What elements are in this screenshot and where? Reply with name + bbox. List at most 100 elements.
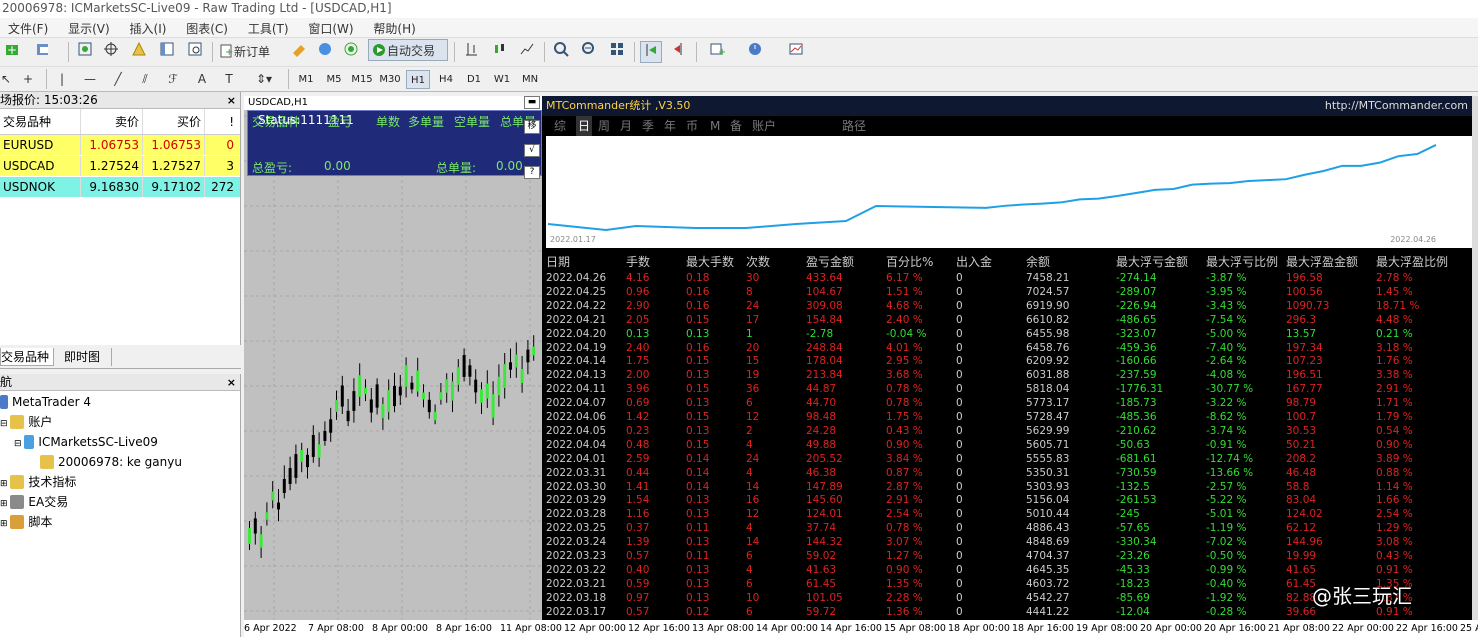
stats-row[interactable]: 2022.04.01 2.59 0.14 24 205.52 3.84 % 0 5555.83…: [546, 452, 1472, 466]
candlestick-icon[interactable]: [488, 41, 510, 63]
close-icon[interactable]: ×: [227, 374, 236, 390]
stats-row[interactable]: 2022.03.22 0.40 0.13 4 41.63 0.90 % 0 4645.35 -4…: [546, 563, 1472, 577]
timeframe-m15[interactable]: M15: [350, 70, 374, 89]
stats-row[interactable]: 2022.04.11 3.96 0.15 36 44.87 0.78 % 0 5818.04 -…: [546, 382, 1472, 396]
timeframe-h4[interactable]: H4: [434, 70, 458, 89]
new-order-button[interactable]: + 新订单: [218, 41, 282, 63]
stats-row[interactable]: 2022.04.04 0.48 0.15 4 49.88 0.90 % 0 5605.71 -5…: [546, 438, 1472, 452]
col-bid[interactable]: 卖价: [80, 109, 142, 134]
timeframe-w1[interactable]: W1: [490, 70, 514, 89]
timeframe-m30[interactable]: M30: [378, 70, 402, 89]
zoom-in-icon[interactable]: [550, 41, 572, 63]
trendline-icon[interactable]: ╱: [108, 68, 128, 90]
market-watch-icon[interactable]: [74, 41, 96, 63]
stats-row[interactable]: 2022.03.23 0.57 0.11 6 59.02 1.27 % 0 4704.37 -2…: [546, 549, 1472, 563]
close-icon[interactable]: ×: [227, 92, 236, 108]
chart-shift-icon[interactable]: [668, 41, 690, 63]
stats-row[interactable]: 2022.03.31 0.44 0.14 4 46.38 0.87 % 0 5350.31 -7…: [546, 466, 1472, 480]
templates-icon[interactable]: [778, 41, 814, 63]
stats-row[interactable]: 2022.03.29 1.54 0.13 16 145.60 2.91 % 0 5156.04…: [546, 493, 1472, 507]
stats-tab[interactable]: 备: [730, 116, 742, 136]
signals-icon[interactable]: [340, 41, 362, 63]
menu-help[interactable]: 帮助(H): [365, 18, 423, 37]
nav-item-account[interactable]: 20006978: ke ganyu: [40, 453, 182, 471]
statistics-url[interactable]: http://MTCommander.com: [1325, 96, 1468, 116]
stats-tab[interactable]: 账户: [752, 116, 776, 136]
stats-row[interactable]: 2022.03.24 1.39 0.13 14 144.32 3.07 % 0 4848.69…: [546, 535, 1472, 549]
periods-clock-icon[interactable]: [740, 41, 770, 63]
minimize-icon[interactable]: ▬: [524, 96, 540, 109]
menu-view[interactable]: 显示(V): [60, 18, 118, 37]
menu-window[interactable]: 窗口(W): [300, 18, 361, 37]
arrows-dropdown-icon[interactable]: ⇕▾: [248, 68, 280, 90]
stats-row[interactable]: 2022.04.13 2.00 0.13 19 213.84 3.68 % 0 6031.88…: [546, 368, 1472, 382]
stats-tab[interactable]: 币: [686, 116, 698, 136]
nav-item-experts[interactable]: ⊞ EA交易: [0, 493, 68, 511]
stats-row[interactable]: 2022.04.26 4.16 0.18 30 433.64 6.17 % 0 7458.21…: [546, 271, 1472, 285]
stats-row[interactable]: 2022.04.06 1.42 0.15 12 98.48 1.75 % 0 5728.47 -…: [546, 410, 1472, 424]
timeframe-h1[interactable]: H1: [406, 70, 430, 89]
crosshair-icon[interactable]: +: [18, 68, 38, 90]
strategy-tester-icon[interactable]: [184, 41, 206, 63]
vertical-scrollbar[interactable]: [1472, 96, 1478, 620]
cursor-icon[interactable]: ↖: [0, 68, 12, 90]
nav-item-scripts[interactable]: ⊞ 脚本: [0, 513, 52, 531]
bar-chart-icon[interactable]: [460, 41, 482, 63]
profiles-icon[interactable]: [28, 41, 58, 63]
stats-row[interactable]: 2022.04.05 0.23 0.13 2 24.28 0.43 % 0 5629.99 -2…: [546, 424, 1472, 438]
tab-tick-chart[interactable]: 即时图: [60, 348, 112, 366]
line-chart-icon[interactable]: [516, 41, 538, 63]
stats-tab[interactable]: 季: [642, 116, 654, 136]
menu-insert[interactable]: 插入(I): [122, 18, 175, 37]
channel-icon[interactable]: ⫽: [134, 68, 156, 90]
timeframe-m5[interactable]: M5: [322, 70, 346, 89]
tab-symbols[interactable]: 交易品种: [0, 348, 54, 366]
text-icon[interactable]: A: [192, 68, 212, 90]
text-label-icon[interactable]: T: [218, 68, 240, 90]
fibonacci-icon[interactable]: ℱ: [162, 68, 184, 90]
tile-windows-icon[interactable]: [606, 41, 628, 63]
metaeditor-icon[interactable]: [288, 41, 310, 63]
check-icon[interactable]: √: [524, 144, 540, 157]
vertical-line-icon[interactable]: |: [52, 68, 72, 90]
market-watch-row[interactable]: USDNOK 9.16830 9.17102 272: [0, 177, 240, 198]
market-watch-row[interactable]: EURUSD 1.06753 1.06753 0: [0, 135, 240, 156]
stats-row[interactable]: 2022.04.25 0.96 0.16 8 104.67 1.51 % 0 7024.57 -…: [546, 285, 1472, 299]
stats-tab[interactable]: 年: [664, 116, 676, 136]
stats-row[interactable]: 2022.04.20 0.13 0.13 1 -2.78 -0.04 % 0 6455.98 -…: [546, 327, 1472, 341]
nav-item-server[interactable]: ⊟ ICMarketsSC-Live09: [14, 433, 158, 451]
stats-row[interactable]: 2022.03.30 1.41 0.14 14 147.89 2.87 % 0 5303.93…: [546, 480, 1472, 494]
autoscroll-icon[interactable]: [640, 41, 662, 63]
stats-row[interactable]: 2022.04.21 2.05 0.15 17 154.84 2.40 % 0 6610.82…: [546, 313, 1472, 327]
mailbox-icon[interactable]: [314, 41, 336, 63]
stats-row[interactable]: 2022.03.28 1.16 0.13 12 124.01 2.54 % 0 5010.44…: [546, 507, 1472, 521]
col-ask[interactable]: 买价: [142, 109, 204, 134]
nav-item-accounts[interactable]: ⊟ 账户: [0, 413, 52, 431]
navigator-icon[interactable]: [128, 41, 150, 63]
help-icon[interactable]: ?: [524, 166, 540, 179]
stats-tab[interactable]: 路径: [842, 116, 866, 136]
stats-tab[interactable]: 月: [620, 116, 632, 136]
stats-row[interactable]: 2022.04.19 2.40 0.16 20 248.84 4.01 % 0 6458.76…: [546, 341, 1472, 355]
stats-tab[interactable]: 日: [576, 116, 593, 136]
nav-item-metatrader[interactable]: MetaTrader 4: [0, 393, 91, 411]
timeframe-mn[interactable]: MN: [518, 70, 542, 89]
crosshair-nav-icon[interactable]: [100, 41, 122, 63]
col-spread[interactable]: !: [204, 109, 237, 134]
menu-file[interactable]: 文件(F): [0, 18, 56, 37]
menu-tools[interactable]: 工具(T): [240, 18, 297, 37]
stats-tab[interactable]: 周: [598, 116, 610, 136]
auto-trading-button[interactable]: 自动交易: [368, 39, 448, 61]
timeframe-m1[interactable]: M1: [294, 70, 318, 89]
move-icon[interactable]: 移: [524, 120, 540, 134]
stats-row[interactable]: 2022.04.14 1.75 0.15 15 178.04 2.95 % 0 6209.92…: [546, 354, 1472, 368]
stats-row[interactable]: 2022.04.22 2.90 0.16 24 309.08 4.68 % 0 6919.90…: [546, 299, 1472, 313]
stats-row[interactable]: 2022.03.25 0.37 0.11 4 37.74 0.78 % 0 4886.43 -5…: [546, 521, 1472, 535]
stats-tab[interactable]: M: [710, 116, 720, 136]
nav-item-indicators[interactable]: ⊞ 技术指标: [0, 473, 76, 491]
stats-row[interactable]: 2022.04.07 0.69 0.13 6 44.70 0.78 % 0 5773.17 -1…: [546, 396, 1472, 410]
terminal-icon[interactable]: [156, 41, 178, 63]
stats-tab[interactable]: 综: [554, 116, 566, 136]
indicators-dropdown-icon[interactable]: +: [702, 41, 732, 63]
new-chart-icon[interactable]: +: [0, 41, 24, 63]
